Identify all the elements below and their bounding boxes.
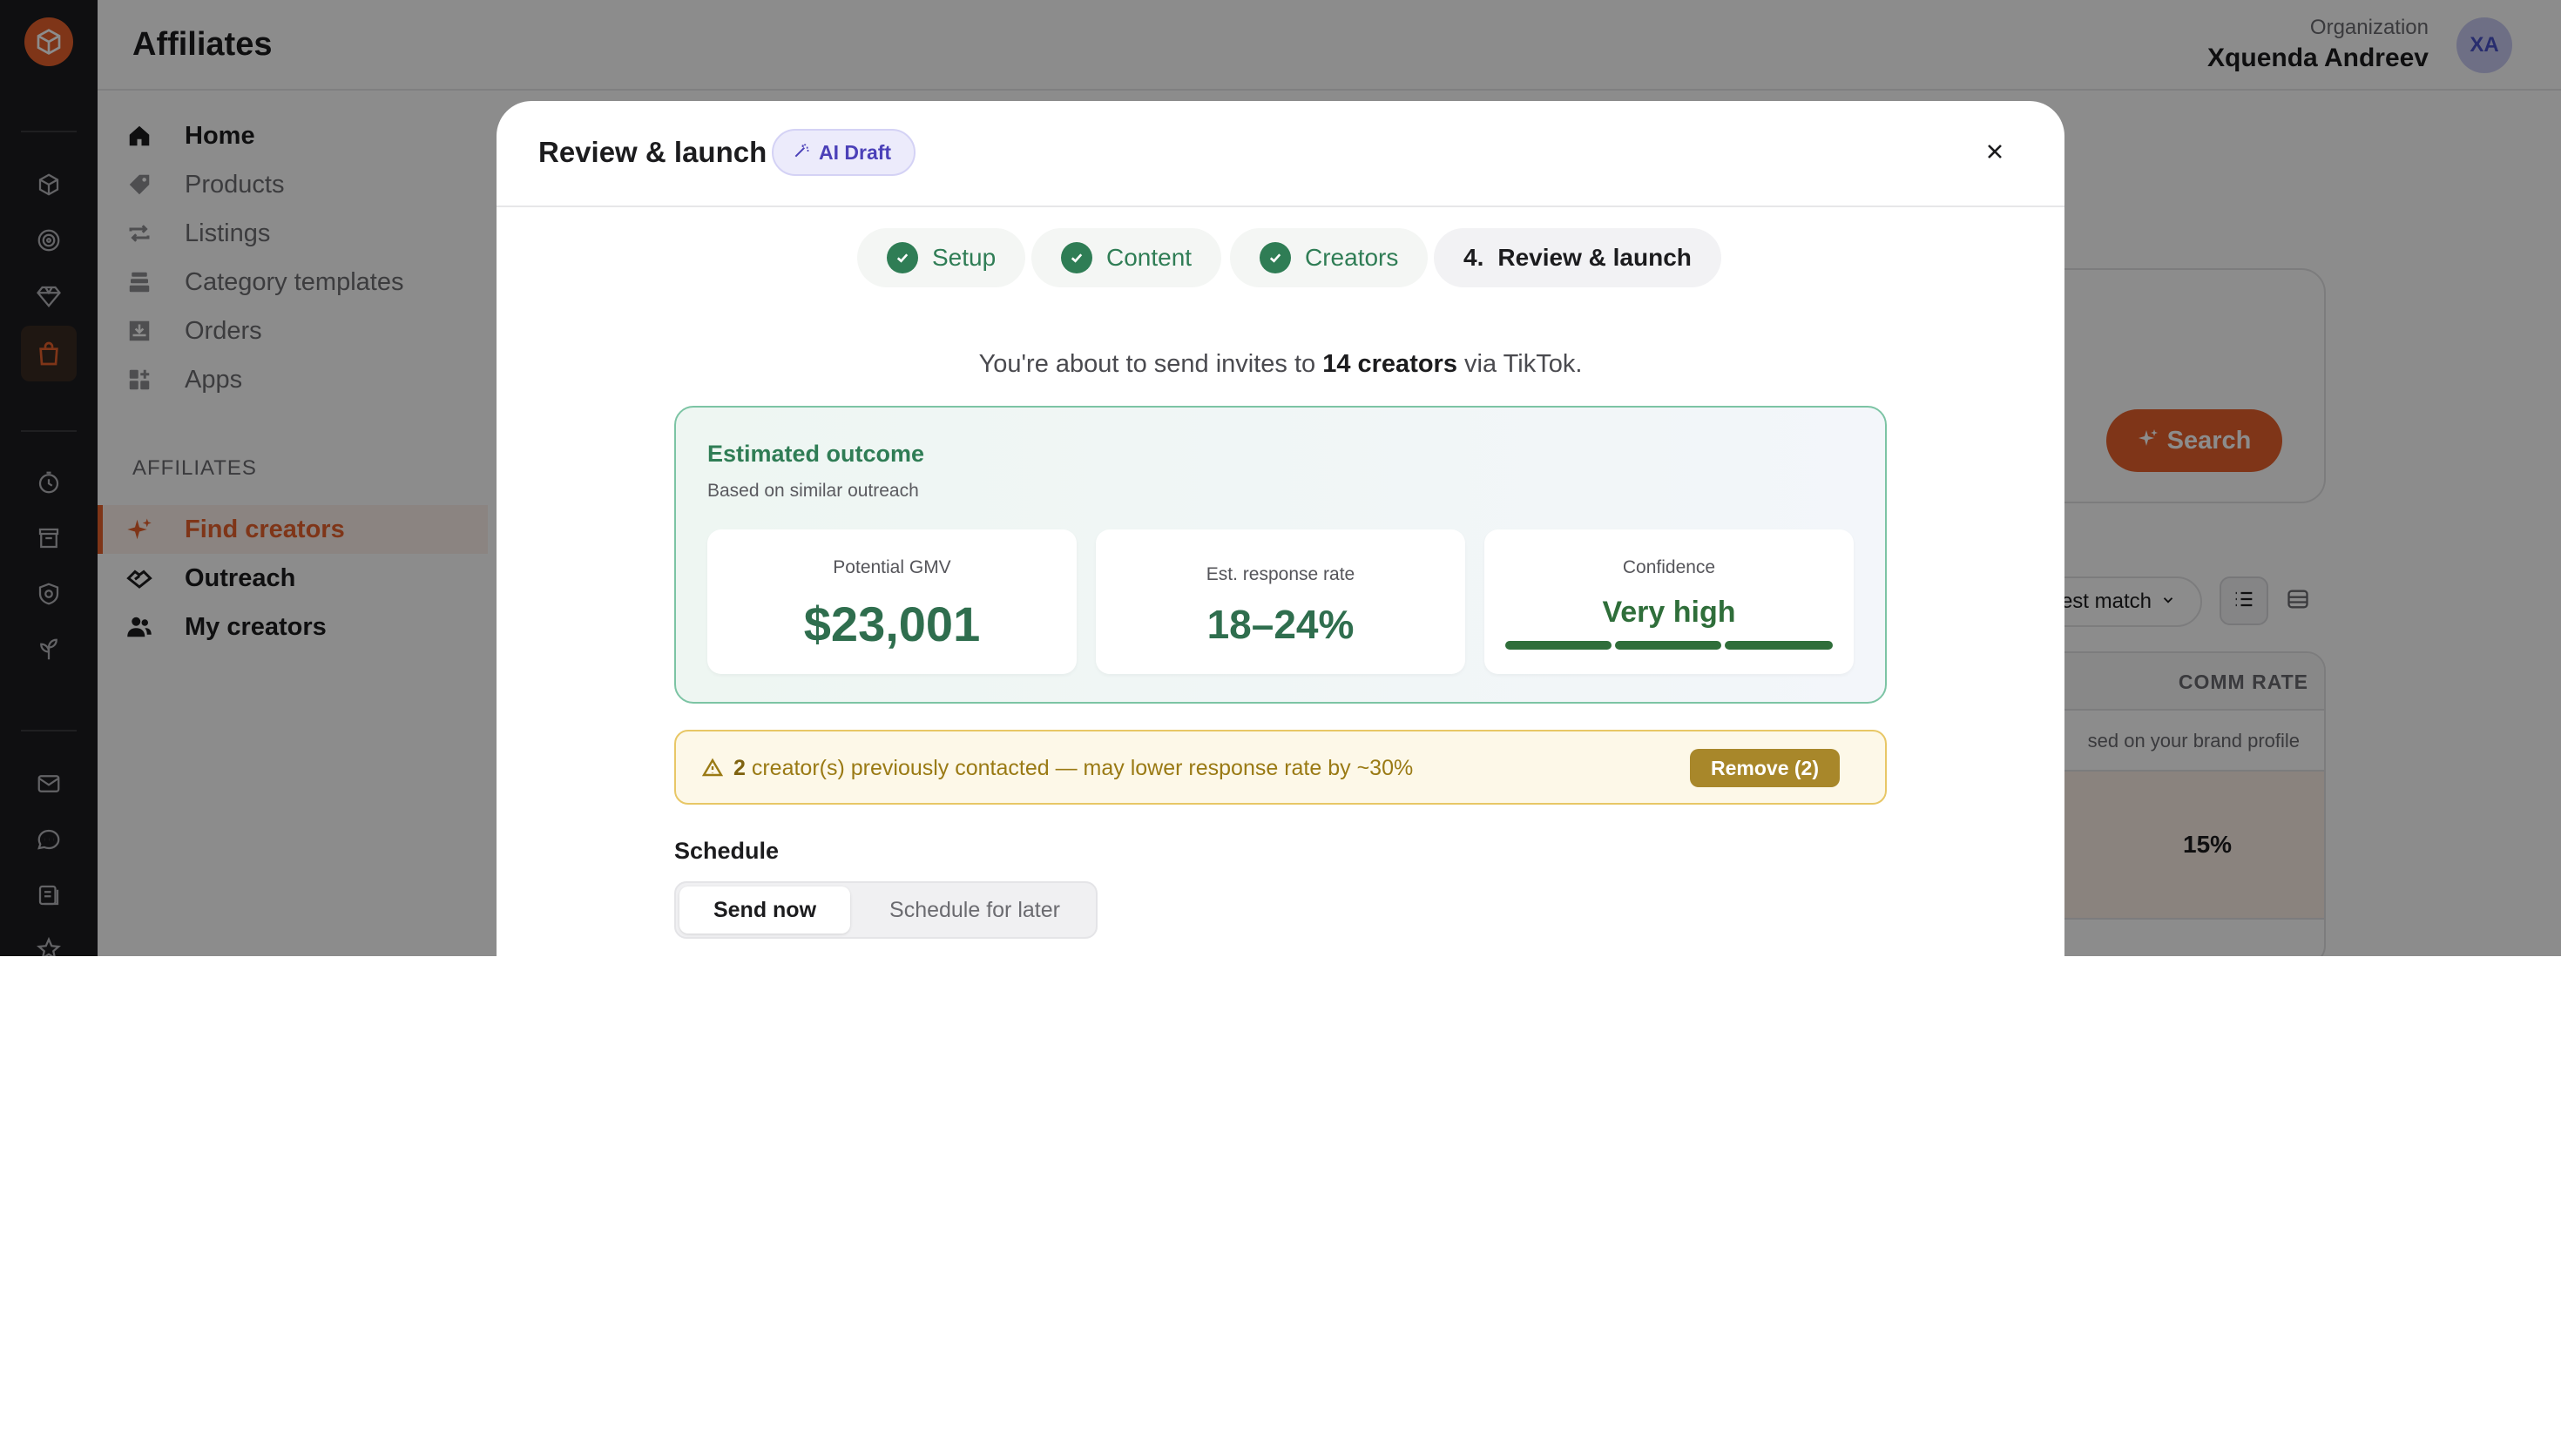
schedule-label: Schedule	[674, 838, 780, 864]
step-content[interactable]: Content	[1031, 228, 1222, 287]
invite-summary: You're about to send invites to 14 creat…	[497, 350, 2064, 379]
check-circle-icon	[1061, 242, 1092, 273]
metric-response-rate: Est. response rate 18–24%	[1096, 529, 1465, 674]
step-setup[interactable]: Setup	[857, 228, 1026, 287]
warning-text: 2 creator(s) previously contacted — may …	[733, 756, 1413, 781]
close-button[interactable]	[1974, 132, 2016, 174]
step-label: Creators	[1305, 244, 1399, 271]
confidence-bar-segment	[1615, 641, 1721, 650]
step-label: Content	[1106, 244, 1193, 271]
metric-label: Confidence	[1622, 557, 1716, 577]
app-root: Affiliates Organization Xquenda Andreev …	[0, 0, 2561, 956]
review-launch-modal: Review & launch AI Draft Setup Content C…	[497, 101, 2064, 956]
modal-header: Review & launch AI Draft	[497, 101, 2064, 207]
check-circle-icon	[887, 242, 918, 273]
schedule-later-option[interactable]: Schedule for later	[855, 886, 1094, 934]
stepper: Setup Content Creators 4. Review & launc…	[497, 228, 2064, 287]
outcome-title: Estimated outcome	[707, 441, 925, 467]
close-icon	[1984, 141, 2005, 166]
warning-message: creator(s) previously contacted — may lo…	[745, 756, 1414, 780]
creator-count: 14 creators	[1322, 350, 1457, 378]
ai-draft-badge: AI Draft	[772, 129, 916, 176]
invite-summary-suffix: via TikTok.	[1456, 350, 1583, 378]
metric-potential-gmv: Potential GMV $23,001	[707, 529, 1077, 674]
previously-contacted-warning: 2 creator(s) previously contacted — may …	[674, 730, 1887, 805]
step-review-launch[interactable]: 4. Review & launch	[1434, 228, 1721, 287]
check-circle-icon	[1260, 242, 1291, 273]
metric-value: $23,001	[803, 597, 981, 651]
schedule-toggle: Send now Schedule for later	[674, 881, 1098, 939]
metric-value: 18–24%	[1206, 602, 1355, 647]
metric-confidence: Confidence Very high	[1484, 529, 1854, 674]
send-now-option[interactable]: Send now	[679, 886, 850, 934]
invite-summary-prefix: You're about to send invites to	[978, 350, 1323, 378]
step-label: Setup	[932, 244, 997, 271]
estimated-outcome-card: Estimated outcome Based on similar outre…	[674, 406, 1887, 704]
magic-wand-icon	[793, 141, 810, 165]
step-creators[interactable]: Creators	[1230, 228, 1429, 287]
step-number: 4.	[1463, 244, 1484, 271]
warning-count: 2	[733, 756, 746, 780]
metric-label: Est. response rate	[1206, 564, 1355, 584]
remove-contacted-button[interactable]: Remove (2)	[1690, 749, 1840, 787]
modal-title: Review & launch	[538, 136, 767, 168]
ai-draft-label: AI Draft	[819, 140, 892, 164]
confidence-bar-segment	[1505, 641, 1612, 650]
warning-triangle-icon	[701, 758, 724, 779]
metric-label: Potential GMV	[833, 557, 951, 577]
outcome-subtitle: Based on similar outreach	[707, 481, 919, 501]
confidence-bar-segment	[1725, 641, 1833, 650]
metric-value: Very high	[1602, 596, 1736, 629]
step-label: Review & launch	[1497, 244, 1692, 271]
